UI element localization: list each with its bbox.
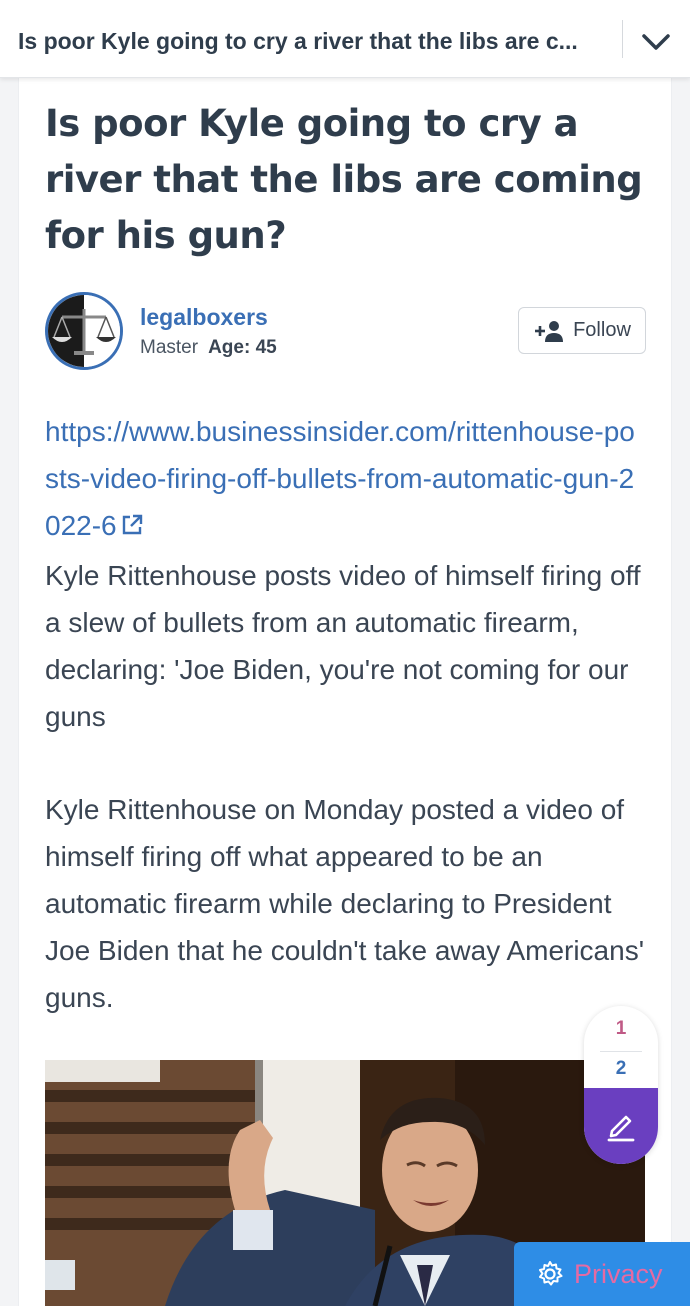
follow-label: Follow <box>573 319 631 341</box>
page-navigator: 1 2 <box>584 1006 658 1164</box>
privacy-label: Privacy <box>574 1258 663 1289</box>
header-divider <box>622 20 623 58</box>
top-bar: Is poor Kyle going to cry a river that t… <box>0 0 690 78</box>
body-paragraph-1: Kyle Rittenhouse posts video of himself … <box>45 560 641 732</box>
add-user-icon <box>535 320 564 342</box>
author-meta: Master Age: 45 <box>140 337 277 359</box>
external-link-icon <box>122 514 142 535</box>
article-link[interactable]: https://www.businessinsider.com/rittenho… <box>45 408 645 549</box>
compose-button[interactable] <box>584 1088 658 1164</box>
body-paragraph-2: Kyle Rittenhouse on Monday posted a vide… <box>45 794 645 1013</box>
privacy-button[interactable]: Privacy <box>514 1242 690 1306</box>
pencil-icon <box>607 1115 635 1142</box>
author-rank: Master <box>140 337 199 358</box>
pager-divider <box>600 1051 642 1052</box>
page-2-link[interactable]: 2 <box>584 1058 658 1080</box>
avatar[interactable] <box>45 292 123 370</box>
scales-of-justice-icon <box>48 295 120 367</box>
author-age: Age: 45 <box>208 337 277 358</box>
author-username[interactable]: legalboxers <box>140 304 268 331</box>
page-1-link[interactable]: 1 <box>584 1018 658 1040</box>
chevron-down-icon[interactable] <box>640 30 672 54</box>
follow-button[interactable]: Follow <box>518 307 646 354</box>
gear-icon <box>539 1261 563 1286</box>
question-title: Is poor Kyle going to cry a river that t… <box>45 102 643 257</box>
header-title[interactable]: Is poor Kyle going to cry a river that t… <box>18 28 598 55</box>
